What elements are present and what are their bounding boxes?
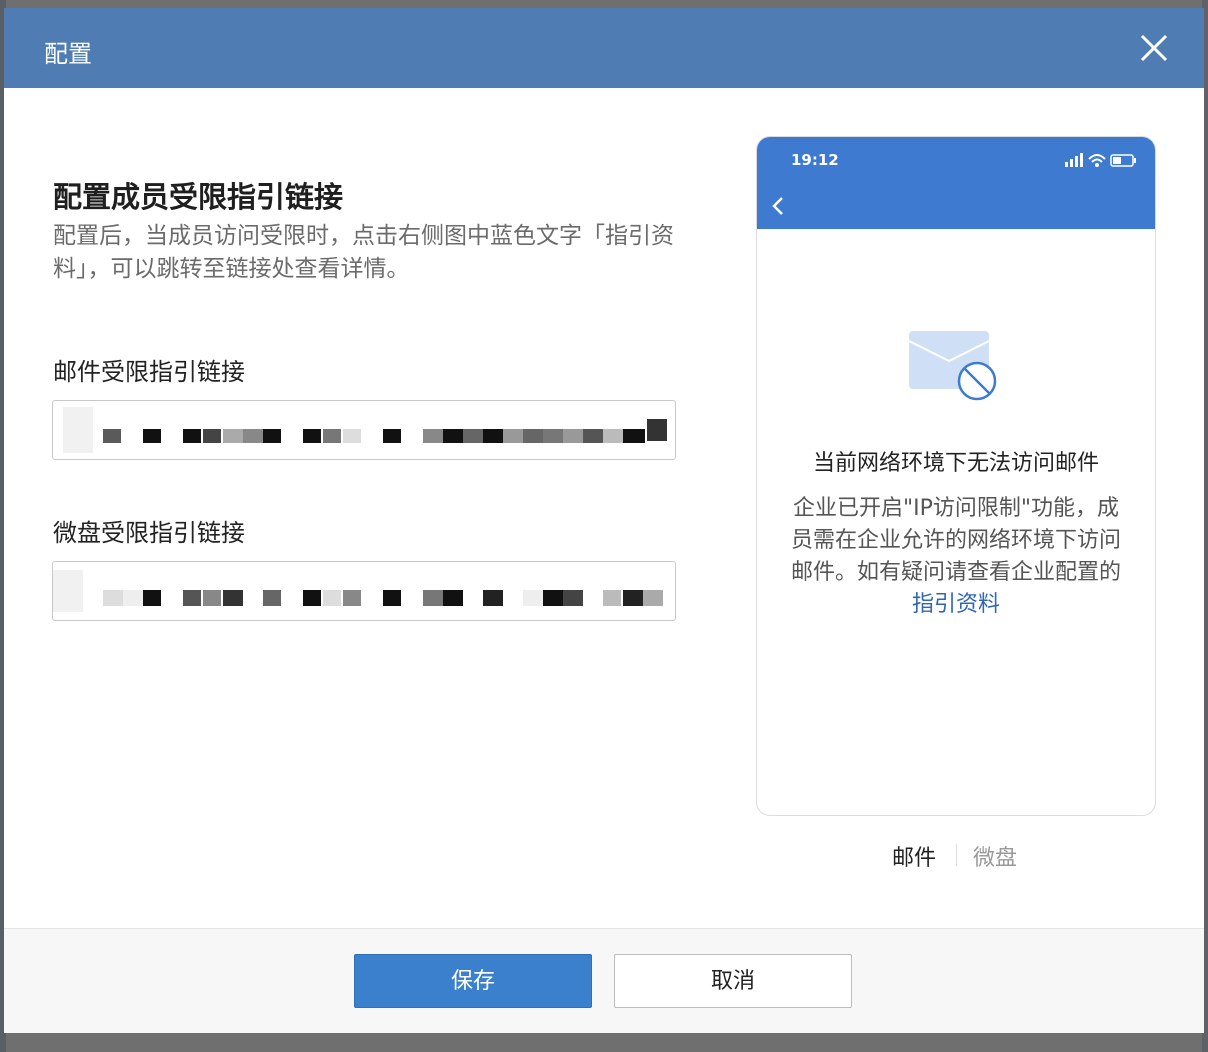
disk-link-value-redacted [53, 570, 663, 612]
cancel-button[interactable]: 取消 [614, 954, 852, 1008]
mail-link-value-redacted [63, 407, 667, 453]
dialog-title: 配置 [44, 40, 92, 68]
dialog-header: 配置 [4, 8, 1204, 88]
disk-link-input[interactable] [52, 561, 676, 621]
guide-link[interactable]: 指引资料 [912, 592, 1000, 617]
dialog-footer: 保存 取消 [4, 928, 1204, 1033]
close-icon[interactable] [1132, 26, 1176, 70]
chevron-left-icon[interactable] [769, 195, 787, 217]
tab-disk[interactable]: 微盘 [973, 840, 1017, 872]
phone-header: 19:12 [757, 137, 1155, 229]
mail-blocked-icon [909, 331, 997, 401]
phone-time: 19:12 [791, 151, 839, 169]
phone-heading: 当前网络环境下无法访问邮件 [812, 451, 1099, 476]
phone-preview: 19:12 当前网络环境下无法访问邮件 企业已开启"IP访问限制"功能，成员需在… [756, 136, 1156, 816]
save-button[interactable]: 保存 [354, 954, 592, 1008]
phone-body: 企业已开启"IP访问限制"功能，成员需在企业允许的网络环境下访问邮件。如有疑问请… [785, 493, 1127, 621]
tab-mail[interactable]: 邮件 [892, 840, 936, 872]
tab-divider [956, 844, 957, 866]
phone-status-icons [1065, 153, 1136, 167]
config-dialog: 配置 配置成员受限指引链接 配置后，当成员访问受限时，点击右侧图中蓝色文字「指引… [4, 8, 1204, 1033]
phone-body-text: 企业已开启"IP访问限制"功能，成员需在企业允许的网络环境下访问邮件。如有疑问请… [790, 496, 1121, 585]
section-title: 配置成员受限指引链接 [53, 180, 344, 214]
mail-link-input[interactable] [52, 400, 676, 460]
section-description: 配置后，当成员访问受限时，点击右侧图中蓝色文字「指引资料」，可以跳转至链接处查看… [53, 223, 674, 282]
disk-link-label: 微盘受限指引链接 [53, 519, 245, 547]
mail-link-label: 邮件受限指引链接 [53, 358, 245, 386]
